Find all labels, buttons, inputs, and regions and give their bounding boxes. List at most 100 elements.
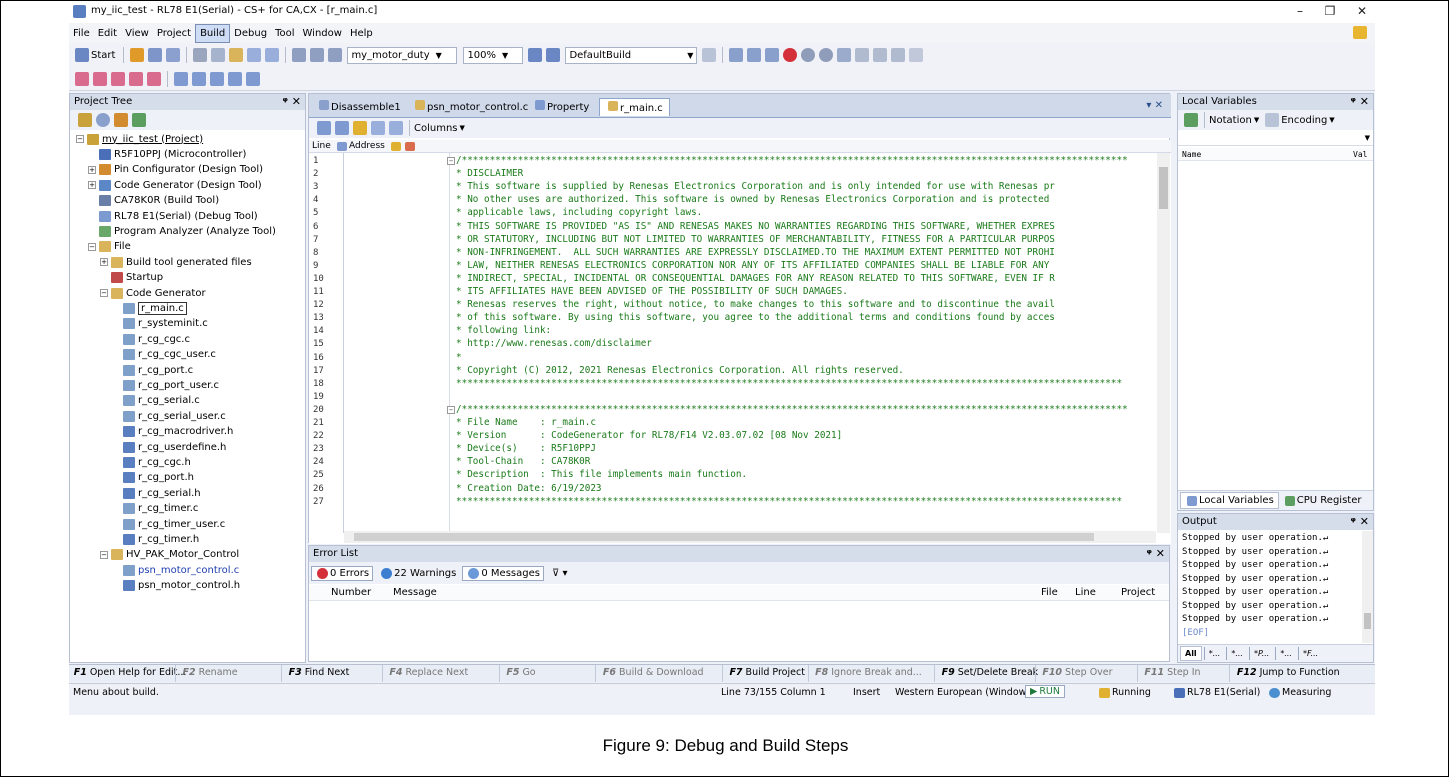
tree-item[interactable]: Program Analyzer (Analyze Tool) [88, 224, 276, 238]
col-value[interactable]: Val [1353, 150, 1367, 159]
properties-icon[interactable] [132, 113, 146, 127]
window-icon[interactable] [246, 71, 260, 86]
function-combo[interactable]: my_motor_duty ▼ [347, 46, 458, 64]
bookmark-icon[interactable] [75, 71, 89, 86]
menu-window[interactable]: Window [299, 25, 346, 42]
close-tab-icon[interactable]: ▾ ✕ [1146, 100, 1163, 111]
filter-icon[interactable]: ⊽ ▾ [552, 568, 568, 579]
replace-icon[interactable] [328, 48, 343, 62]
tree-item[interactable]: RL78 E1(Serial) (Debug Tool) [88, 209, 258, 223]
tree-item[interactable]: r_cg_timer.h [112, 532, 199, 546]
tree-item[interactable]: r_cg_timer.c [112, 502, 198, 516]
scope-combo[interactable]: ▼ [1178, 134, 1373, 146]
pin-icon[interactable]: ᵠ ✕ [1351, 515, 1369, 528]
output-tab[interactable]: *F... [1297, 647, 1322, 660]
window-icon[interactable] [210, 71, 224, 86]
vertical-scrollbar[interactable] [1157, 153, 1170, 533]
tree-item[interactable]: − my_iic_test (Project) [76, 132, 203, 146]
tab-disassemble1[interactable]: Disassemble1 [311, 98, 407, 116]
fkey-f9[interactable]: F9 Set/Delete Break [942, 667, 1039, 678]
close-button[interactable]: ✕ [1350, 4, 1374, 20]
menu-build[interactable]: Build [195, 23, 231, 43]
fold-icon[interactable]: − [447, 405, 455, 414]
fkey-f4[interactable]: F4 Replace Next [389, 667, 468, 678]
warnings-filter-button[interactable]: 22 Warnings [376, 567, 459, 580]
bookmark-next-icon[interactable] [93, 71, 107, 86]
output-tab[interactable]: *P... [1248, 647, 1273, 660]
expand-icon[interactable]: + [100, 258, 108, 267]
tab-psn-motor-control[interactable]: psn_motor_control.c [407, 98, 534, 116]
scrollbar-thumb[interactable] [1364, 613, 1371, 629]
errors-filter-button[interactable]: 0 Errors [311, 565, 374, 581]
fkey-f10[interactable]: F10 Step Over [1042, 667, 1112, 678]
tree-item[interactable]: r_cg_timer_user.c [112, 517, 225, 531]
fkey-f7[interactable]: F7 Build Project [729, 667, 804, 678]
scrollbar-thumb[interactable] [354, 533, 1094, 541]
tree-item[interactable]: psn_motor_control.c [112, 563, 239, 577]
briefcase-icon[interactable] [1353, 26, 1367, 39]
step-in-icon[interactable] [855, 48, 870, 62]
encoding-menu[interactable]: Encoding [1281, 115, 1327, 126]
col-file[interactable]: File [1041, 587, 1058, 598]
find-next-icon[interactable] [310, 48, 325, 62]
tree-item[interactable]: Startup [100, 271, 163, 285]
build-tool-icon[interactable] [702, 48, 717, 62]
bookmark-clear-icon[interactable] [147, 71, 161, 86]
build-mode-combo[interactable]: DefaultBuild ▼ [565, 46, 698, 64]
tree-item[interactable]: − File [88, 240, 131, 254]
scrollbar-thumb[interactable] [1159, 167, 1168, 209]
fkey-f2[interactable]: F2 Rename [183, 667, 238, 678]
menu-view[interactable]: View [121, 25, 153, 42]
refresh-icon[interactable] [96, 113, 110, 127]
output-scrollbar[interactable] [1362, 531, 1373, 643]
maximize-button[interactable]: ❐ [1318, 4, 1342, 20]
redo-icon[interactable] [265, 48, 280, 62]
menu-tool[interactable]: Tool [271, 25, 298, 42]
fkey-f11[interactable]: F11 Step In [1144, 667, 1200, 678]
window-icon[interactable] [192, 71, 206, 86]
pin-icon[interactable]: ᵠ ✕ [1147, 547, 1165, 560]
window-icon[interactable] [228, 71, 242, 86]
tab-property[interactable]: Property [527, 98, 595, 116]
menu-edit[interactable]: Edit [94, 25, 121, 42]
expand-icon[interactable]: − [88, 242, 96, 251]
mixed-display-icon[interactable] [317, 121, 331, 135]
tree-item[interactable]: r_cg_serial.c [112, 394, 200, 408]
back-icon[interactable] [371, 121, 385, 135]
horizontal-scrollbar[interactable] [344, 531, 1156, 543]
output-tab[interactable]: All [1180, 646, 1202, 661]
pin-icon[interactable]: ᵠ ✕ [1351, 95, 1369, 108]
stop-icon[interactable] [783, 48, 798, 62]
tools-icon[interactable] [909, 48, 924, 62]
minimize-button[interactable]: – [1288, 4, 1312, 20]
new-file-icon[interactable] [130, 48, 145, 62]
tree-item[interactable]: r_cg_cgc.h [112, 455, 191, 469]
build-mode-icon[interactable] [546, 48, 561, 62]
tree-item[interactable]: CA78K0R (Build Tool) [88, 194, 219, 208]
start-icon[interactable] [75, 48, 89, 62]
menu-project[interactable]: Project [153, 25, 195, 42]
tab-cpu-register[interactable]: CPU Register [1279, 493, 1366, 508]
tab-r-main[interactable]: r_main.c [599, 98, 670, 116]
tree-item[interactable]: r_cg_port.c [112, 363, 193, 377]
step-over-icon[interactable] [873, 48, 888, 62]
paste-icon[interactable] [229, 48, 244, 62]
tree-item[interactable]: r_cg_userdefine.h [112, 440, 226, 454]
menu-file[interactable]: File [69, 25, 94, 42]
tree-item[interactable]: r_cg_cgc_user.c [112, 348, 216, 362]
col-number[interactable]: Number [331, 587, 371, 598]
tree-item[interactable]: R5F10PPJ (Microcontroller) [88, 147, 246, 161]
restart-icon[interactable] [837, 48, 852, 62]
tree-item[interactable]: psn_motor_control.h [112, 579, 240, 593]
output-tab[interactable]: *... [1226, 647, 1247, 660]
output-tab[interactable]: *... [1203, 647, 1225, 660]
menu-help[interactable]: Help [346, 25, 377, 42]
bookmark-list-icon[interactable] [129, 71, 143, 86]
copy-icon[interactable] [211, 48, 226, 62]
start-button[interactable]: Start [91, 50, 115, 61]
code-area[interactable]: Line Address 1 2 3 4 5 6 7 8 9 10 11 12 13 14 15 16 17 18… [309, 140, 1171, 544]
notation-menu[interactable]: Notation [1209, 115, 1252, 126]
run-icon[interactable] [819, 48, 834, 62]
columns-menu[interactable]: Columns [414, 123, 458, 134]
reset-icon[interactable] [765, 48, 780, 62]
